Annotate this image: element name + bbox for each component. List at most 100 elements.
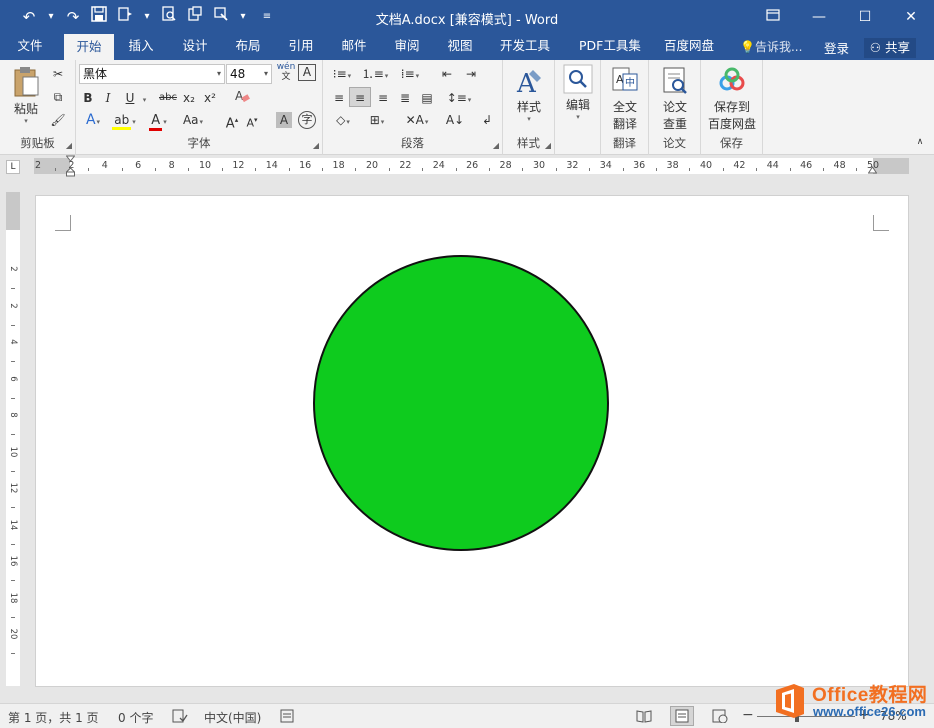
- save-to-netdisk-button[interactable]: 保存到 百度网盘: [703, 66, 761, 132]
- macro-record-icon[interactable]: [280, 709, 294, 726]
- styles-button[interactable]: A 样式 ▾: [509, 66, 549, 123]
- underline-button[interactable]: U: [122, 88, 138, 108]
- change-case-button[interactable]: Aa▾: [176, 110, 210, 130]
- ruler-tick: [221, 168, 223, 171]
- strikethrough-button[interactable]: abc: [156, 88, 180, 108]
- distributed-icon[interactable]: ▤: [417, 88, 437, 108]
- ruler-tick: [288, 168, 290, 171]
- ruler-tick: [11, 616, 15, 618]
- tab-insert[interactable]: 插入: [118, 34, 164, 60]
- increase-indent-icon[interactable]: ⇥: [461, 64, 481, 84]
- sort-icon[interactable]: A↓: [445, 110, 465, 130]
- vertical-ruler[interactable]: 2 2 4 6 8 10 12 14 16 18 20: [6, 192, 20, 686]
- ruler-number: 2: [34, 160, 42, 171]
- horizontal-ruler[interactable]: 2 2 4 6 8 10 12 14 16 18 20 22 24 26 28 30 32 34 36 38 40 42 4…: [34, 158, 909, 174]
- tab-view[interactable]: 视图: [437, 34, 483, 60]
- vertical-scrollbar[interactable]: [910, 177, 934, 687]
- justify-icon[interactable]: ≣: [395, 88, 415, 108]
- grow-font-icon[interactable]: A▴: [224, 110, 240, 131]
- align-center-icon[interactable]: ≡: [349, 87, 371, 107]
- document-page[interactable]: [35, 195, 909, 687]
- font-launcher-icon[interactable]: ◢: [313, 141, 319, 150]
- ribbon-display-icon[interactable]: [750, 0, 796, 34]
- tab-layout[interactable]: 布局: [225, 34, 271, 60]
- paragraph-launcher-icon[interactable]: ◢: [493, 141, 499, 150]
- font-size-combo[interactable]: 48 ▾: [226, 64, 272, 84]
- text-effects-icon[interactable]: A▾: [80, 110, 106, 130]
- language-indicator[interactable]: 中文(中国): [204, 709, 261, 726]
- ruler-tick: [756, 168, 758, 171]
- paper-check-button[interactable]: 论文 查重: [655, 66, 695, 132]
- tab-file[interactable]: 文件: [8, 34, 52, 60]
- subscript-button[interactable]: x₂: [180, 88, 198, 108]
- ruler-tick: [321, 168, 323, 171]
- share-button[interactable]: ⚇ 共享: [863, 38, 916, 58]
- green-circle-shape[interactable]: [312, 254, 610, 552]
- shrink-font-icon[interactable]: A▾: [244, 110, 260, 130]
- tab-design[interactable]: 设计: [172, 34, 218, 60]
- font-name-combo[interactable]: 黑体 ▾: [79, 64, 225, 84]
- tab-home[interactable]: 开始: [64, 34, 114, 60]
- highlight-color-icon[interactable]: ab ▾: [110, 110, 138, 130]
- tab-review[interactable]: 审阅: [384, 34, 430, 60]
- paste-button[interactable]: 粘贴 ▾: [6, 66, 46, 125]
- svg-text:A: A: [235, 89, 244, 103]
- circle-shape[interactable]: [313, 255, 609, 551]
- tab-references[interactable]: 引用: [278, 34, 324, 60]
- enclose-characters-icon[interactable]: 字: [298, 111, 316, 129]
- underline-dropdown-icon[interactable]: ▾: [139, 88, 149, 108]
- tab-developer[interactable]: 开发工具: [492, 34, 558, 60]
- clear-formatting-icon[interactable]: A: [232, 88, 252, 108]
- tab-baidu-netdisk[interactable]: 百度网盘: [656, 34, 722, 60]
- print-layout-icon[interactable]: [670, 706, 694, 726]
- copy-icon[interactable]: ⧉: [48, 87, 68, 107]
- superscript-button[interactable]: x²: [201, 88, 219, 108]
- ruler-number: 32: [566, 160, 579, 171]
- clipboard-launcher-icon[interactable]: ◢: [66, 141, 72, 150]
- login-button[interactable]: 登录: [824, 38, 849, 57]
- align-right-icon[interactable]: ≡: [373, 88, 393, 108]
- indent-marker-icon[interactable]: [66, 155, 75, 177]
- maximize-icon[interactable]: ☐: [842, 0, 888, 34]
- save-group: 保存到 百度网盘 保存: [701, 60, 763, 155]
- show-formatting-icon[interactable]: ↲: [477, 110, 497, 130]
- right-indent-marker-icon[interactable]: [868, 166, 877, 174]
- multilevel-list-icon[interactable]: ⁞≡▾: [395, 64, 425, 84]
- proofing-icon[interactable]: [172, 709, 188, 726]
- phonetic-guide-button[interactable]: wén 文: [276, 62, 296, 82]
- shading-icon[interactable]: ◇▾: [329, 110, 357, 130]
- font-color-icon[interactable]: A ▾: [144, 110, 172, 131]
- tab-pdf-tools[interactable]: PDF工具集: [571, 34, 643, 60]
- minimize-icon[interactable]: —: [796, 0, 842, 34]
- styles-launcher-icon[interactable]: ◢: [545, 141, 551, 150]
- bullets-icon[interactable]: ⁝≡▾: [329, 64, 355, 84]
- web-layout-icon[interactable]: [712, 709, 728, 726]
- full-translate-button[interactable]: A中 全文 翻译: [605, 66, 645, 132]
- tab-mailings[interactable]: 邮件: [331, 34, 377, 60]
- tell-me-box[interactable]: 💡告诉我...: [740, 38, 802, 55]
- watermark-title: Office教程网: [812, 685, 928, 706]
- word-count[interactable]: 0 个字: [118, 709, 153, 726]
- align-left-icon[interactable]: ≡: [329, 88, 349, 108]
- cut-icon[interactable]: ✂: [48, 64, 68, 84]
- character-border-icon[interactable]: A: [298, 64, 316, 81]
- borders-icon[interactable]: ⊞▾: [363, 110, 391, 130]
- tab-selector[interactable]: L: [6, 160, 20, 174]
- bold-button[interactable]: B: [80, 88, 96, 108]
- format-painter-brush-icon[interactable]: 🖌: [48, 110, 68, 130]
- decrease-indent-icon[interactable]: ⇤: [437, 64, 457, 84]
- chinese-layout-icon[interactable]: ✕A▾: [403, 110, 431, 130]
- paste-icon: [14, 67, 39, 97]
- zoom-out-button[interactable]: −: [742, 707, 754, 723]
- page-count[interactable]: 第 1 页，共 1 页: [8, 709, 99, 726]
- ruler-tick: [555, 168, 557, 171]
- close-icon[interactable]: ✕: [888, 0, 934, 34]
- read-mode-icon[interactable]: [636, 709, 652, 726]
- line-spacing-icon[interactable]: ↕≡▾: [445, 88, 473, 108]
- numbering-icon[interactable]: ⒈≡▾: [361, 64, 389, 84]
- character-shading-icon[interactable]: A: [276, 112, 292, 128]
- editing-button[interactable]: 编辑 ▾: [559, 64, 597, 121]
- italic-button[interactable]: I: [100, 88, 116, 108]
- collapse-ribbon-icon[interactable]: ∧: [912, 132, 928, 152]
- ruler-tick: [11, 543, 15, 545]
